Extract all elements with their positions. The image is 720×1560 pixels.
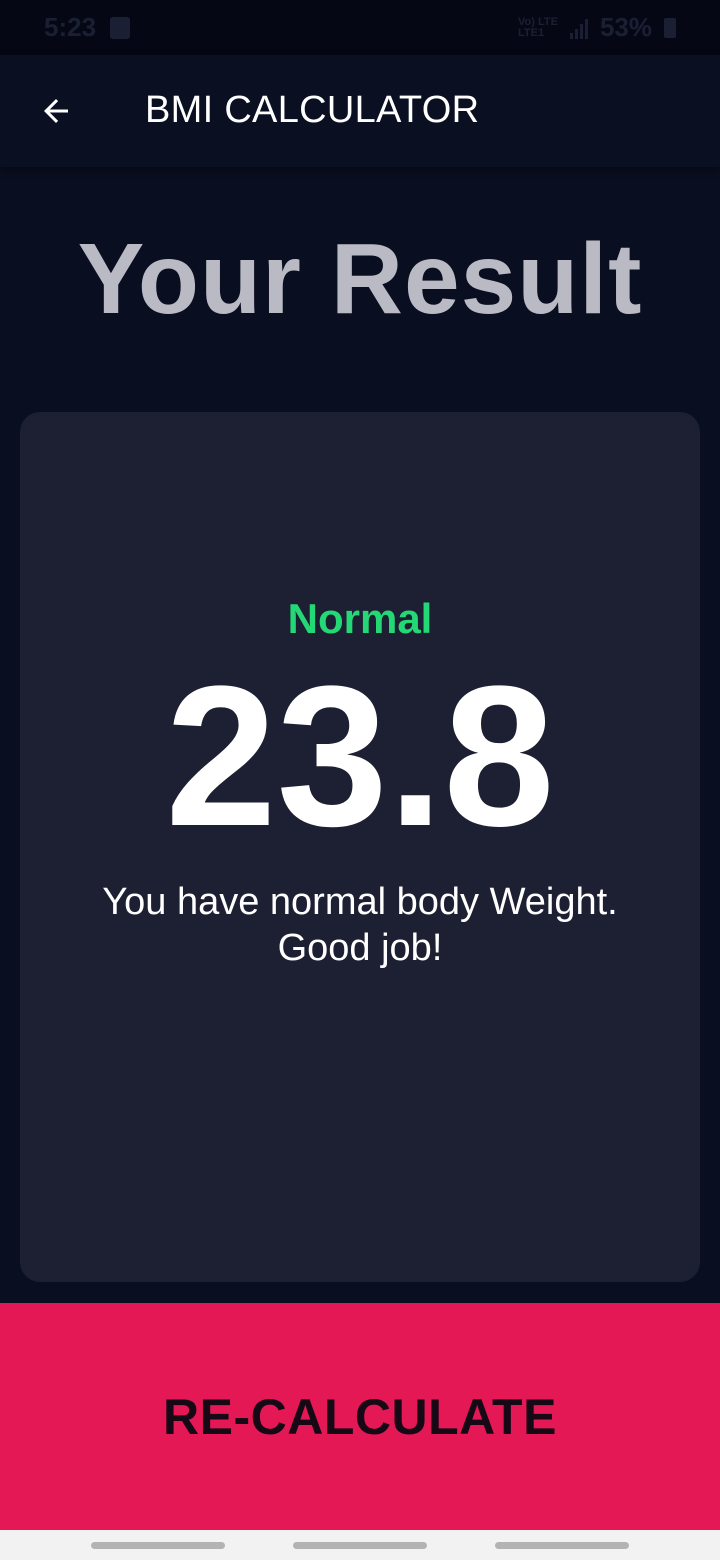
status-time: 5:23 <box>44 12 97 42</box>
nav-home-button[interactable] <box>293 1542 427 1549</box>
signal-strength-icon <box>569 17 588 39</box>
bmi-category: Normal <box>287 595 433 642</box>
bmi-interpretation: You have normal body Weight. Good job! <box>102 881 618 969</box>
nav-back-button[interactable] <box>495 1542 629 1549</box>
arrow-left-icon <box>44 99 68 123</box>
nav-recents-button[interactable] <box>91 1542 225 1549</box>
navigation-bar <box>0 1530 720 1560</box>
status-bar: 5:23 Vo) LTE LTE1 53% <box>0 0 720 55</box>
bmi-value: 23.8 <box>165 645 555 868</box>
back-button[interactable] <box>26 81 86 141</box>
recalculate-label: RE-CALCULATE <box>163 1388 557 1445</box>
network-type-label: Vo) LTE LTE1 <box>518 15 558 39</box>
sim-card-icon <box>110 16 131 39</box>
result-card: Normal 23.8 You have normal body Weight.… <box>20 412 700 1282</box>
recalculate-button[interactable]: RE-CALCULATE <box>0 1303 720 1530</box>
battery-icon <box>664 17 676 38</box>
app-title: BMI CALCULATOR <box>145 89 480 131</box>
battery-percent: 53% <box>599 12 652 42</box>
app-bar: BMI CALCULATOR <box>0 55 720 167</box>
result-heading: Your Result <box>77 223 643 335</box>
